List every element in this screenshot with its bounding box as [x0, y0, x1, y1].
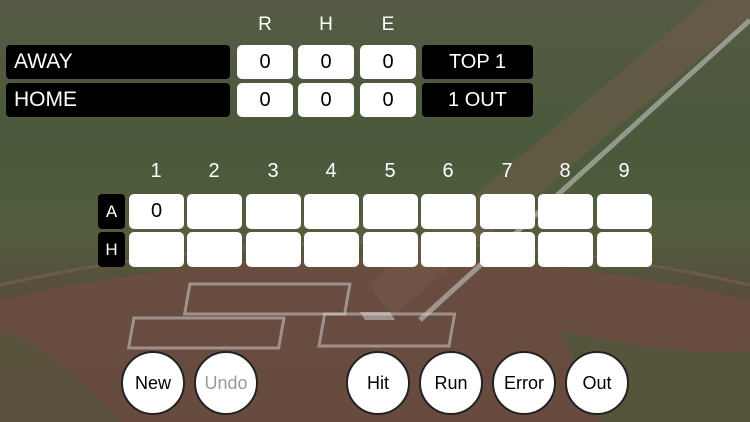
away-inning-cell: [363, 194, 418, 229]
home-inning-cell: [187, 232, 242, 267]
out-button[interactable]: Out: [565, 351, 629, 415]
home-inning-cell: [304, 232, 359, 267]
away-hits: 0: [298, 45, 354, 79]
inning-number: 4: [325, 160, 337, 182]
away-inning-cell: [421, 194, 476, 229]
away-errors: 0: [360, 45, 416, 79]
outs-indicator: 1 OUT: [422, 83, 533, 117]
away-inning-cell: [538, 194, 593, 229]
home-hits: 0: [298, 83, 354, 117]
home-inning-cell: [129, 232, 184, 267]
home-row-label: H: [98, 232, 125, 267]
inning-number: 3: [267, 160, 279, 182]
inning-number: 6: [442, 160, 454, 182]
home-inning-cell: [421, 232, 476, 267]
undo-button[interactable]: Undo: [194, 351, 258, 415]
away-inning-cell: [304, 194, 359, 229]
home-errors: 0: [360, 83, 416, 117]
run-button[interactable]: Run: [419, 351, 483, 415]
away-inning-cell: 0: [129, 194, 184, 229]
home-inning-cell: [363, 232, 418, 267]
away-inning-cell: [246, 194, 301, 229]
away-row-label: A: [98, 194, 125, 229]
errors-header: E: [381, 14, 395, 35]
away-team-name: AWAY: [6, 45, 230, 79]
runs-header: R: [258, 14, 272, 35]
away-inning-cell: [480, 194, 535, 229]
inning-indicator: TOP 1: [422, 45, 533, 79]
inning-number: 1: [150, 160, 162, 182]
home-inning-cell: [480, 232, 535, 267]
home-runs: 0: [237, 83, 293, 117]
away-inning-cell: [597, 194, 652, 229]
new-game-button[interactable]: New: [121, 351, 185, 415]
inning-number: 5: [384, 160, 396, 182]
home-inning-cell: [538, 232, 593, 267]
away-runs: 0: [237, 45, 293, 79]
away-inning-cell: [187, 194, 242, 229]
error-button[interactable]: Error: [492, 351, 556, 415]
hit-button[interactable]: Hit: [346, 351, 410, 415]
home-inning-cell: [246, 232, 301, 267]
inning-number: 2: [208, 160, 220, 182]
home-team-name: HOME: [6, 83, 230, 117]
inning-number: 7: [501, 160, 513, 182]
inning-number: 8: [559, 160, 571, 182]
home-inning-cell: [597, 232, 652, 267]
hits-header: H: [319, 14, 333, 35]
inning-number: 9: [618, 160, 630, 182]
